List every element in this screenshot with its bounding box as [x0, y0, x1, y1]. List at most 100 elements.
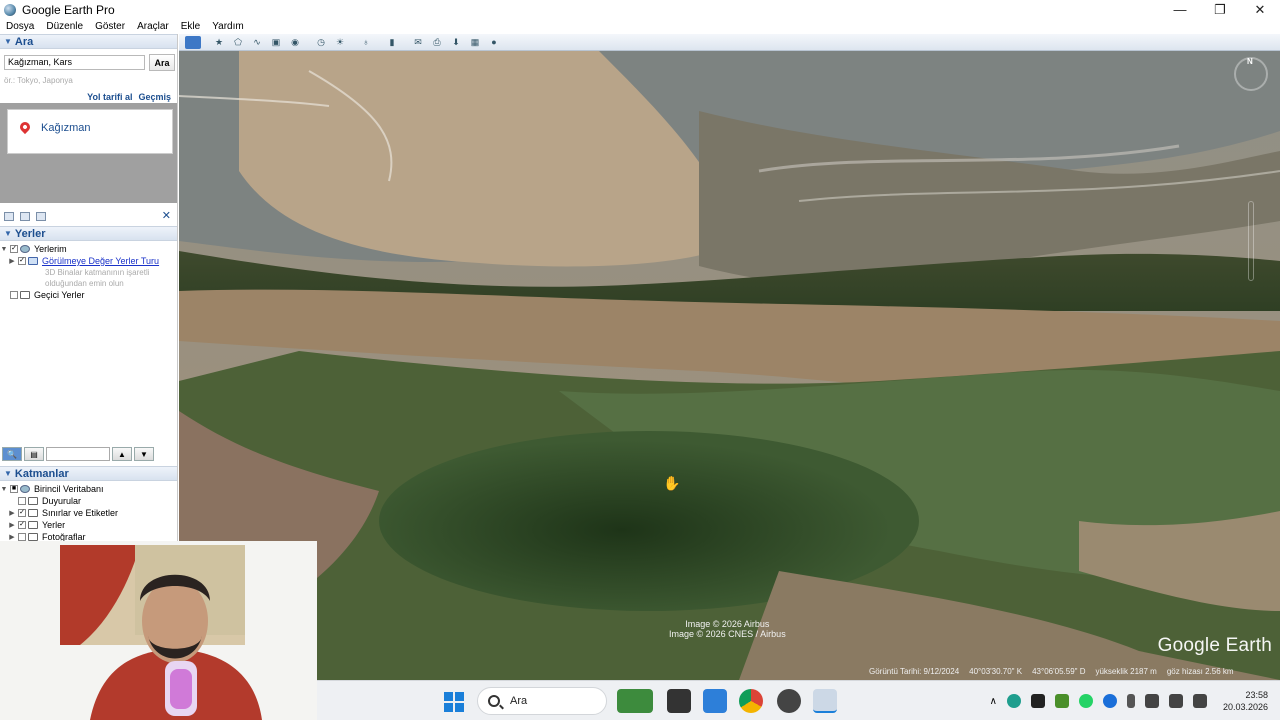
move-up-button[interactable]: ▲: [112, 447, 132, 461]
polygon-icon[interactable]: ⬠: [230, 36, 246, 49]
expand-icon[interactable]: ▶: [8, 257, 16, 265]
layer-places[interactable]: ▶ ✓ Yerler: [8, 519, 65, 531]
elevation: yükseklik 2187 m: [1095, 667, 1157, 676]
checkbox[interactable]: [18, 497, 26, 505]
sunlight-icon[interactable]: ☀: [332, 36, 348, 49]
layers-panel-header[interactable]: ▼ Katmanlar: [0, 466, 177, 481]
checkbox[interactable]: ✓: [18, 257, 26, 265]
attribution-line-2: Image © 2026 CNES / Airbus: [669, 629, 786, 639]
history-link[interactable]: Geçmiş: [138, 92, 171, 102]
record-tour-icon[interactable]: ◉: [287, 36, 303, 49]
task-view-icon[interactable]: [667, 689, 691, 713]
checkbox[interactable]: ✓: [18, 509, 26, 517]
battery-icon[interactable]: [1192, 694, 1207, 708]
folder-icon: [20, 291, 30, 299]
menu-file[interactable]: Dosya: [0, 21, 40, 32]
print-icon[interactable]: [36, 211, 46, 221]
menu-tools[interactable]: Araçlar: [131, 21, 175, 32]
taskbar: Ara ∧ 23:58 20.03.2026: [317, 680, 1280, 720]
sidebar-toggle-icon[interactable]: [185, 35, 201, 49]
search-places-icon[interactable]: 🔍: [2, 447, 22, 461]
save-image-icon[interactable]: ⬇: [448, 36, 464, 49]
movie-maker-icon[interactable]: ▦: [467, 36, 483, 49]
expand-icon[interactable]: ▼: [0, 246, 8, 253]
search-input[interactable]: Kağızman, Kars: [4, 55, 145, 70]
ruler-icon[interactable]: ▮: [384, 36, 400, 49]
move-down-button[interactable]: ▼: [134, 447, 154, 461]
checkbox[interactable]: ✓: [10, 245, 18, 253]
compass-icon[interactable]: N: [1234, 57, 1268, 91]
chevron-up-icon[interactable]: ∧: [990, 696, 997, 707]
start-button[interactable]: [444, 692, 464, 712]
whatsapp-icon[interactable]: [1078, 694, 1093, 708]
menu-help[interactable]: Yardım: [206, 21, 250, 32]
sidebar-toggle-icon[interactable]: ▤: [24, 447, 44, 461]
flag-icon: [28, 509, 38, 517]
taskbar-search[interactable]: Ara: [477, 687, 607, 715]
planet-icon[interactable]: ♁: [358, 36, 374, 49]
print-icon[interactable]: ⎙: [429, 36, 445, 49]
menu-edit[interactable]: Düzenle: [40, 21, 89, 32]
image-overlay-icon[interactable]: ▣: [268, 36, 284, 49]
google-maps-icon[interactable]: ●: [486, 36, 502, 49]
nvidia-icon[interactable]: [1054, 694, 1069, 708]
email-icon[interactable]: ✉: [410, 36, 426, 49]
tour-link[interactable]: Görülmeye Değer Yerler Turu: [42, 256, 159, 266]
expand-icon[interactable]: ▶: [8, 533, 16, 541]
places-panel-header[interactable]: ▼ Yerler: [0, 226, 177, 241]
eye-altitude: göz hizası 2.56 km: [1166, 667, 1234, 676]
map-view[interactable]: N ✋ Image © 2026 Airbus Image © 2026 CNE…: [179, 51, 1280, 680]
layers-panel-title: Katmanlar: [14, 467, 69, 480]
directions-link[interactable]: Yol tarifi al: [87, 92, 132, 102]
store-icon[interactable]: [703, 689, 727, 713]
maximize-button[interactable]: ❐: [1200, 0, 1240, 19]
zoom-slider[interactable]: [1248, 201, 1254, 281]
expand-icon[interactable]: ▼: [0, 486, 8, 493]
clock[interactable]: 23:58 20.03.2026: [1223, 689, 1268, 713]
layer-announcements[interactable]: Duyurular: [16, 495, 81, 507]
path-icon[interactable]: ∿: [249, 36, 265, 49]
tree-item-my-places[interactable]: ▼ ✓ Yerlerim: [0, 243, 67, 255]
obs-icon[interactable]: [777, 689, 801, 713]
tree-item-temporary-places[interactable]: Geçici Yerler: [0, 289, 85, 301]
checkbox[interactable]: [10, 291, 18, 299]
checkbox[interactable]: ■: [10, 485, 18, 493]
expand-icon[interactable]: ▶: [8, 509, 16, 517]
microphone-icon[interactable]: [1126, 694, 1135, 708]
checkbox[interactable]: [18, 533, 26, 541]
wifi-icon[interactable]: [1144, 694, 1159, 708]
expand-icon[interactable]: ▶: [8, 521, 16, 529]
chrome-icon[interactable]: [739, 689, 763, 713]
checkbox[interactable]: ✓: [18, 521, 26, 529]
search-panel-header[interactable]: ▼ Ara: [0, 34, 177, 49]
tree-item-tour[interactable]: ▶ ✓ Görülmeye Değer Yerler Turu: [8, 255, 159, 267]
places-filter-input[interactable]: [46, 447, 110, 461]
hand-cursor-icon: ✋: [663, 475, 681, 491]
clear-results-icon[interactable]: ✕: [162, 209, 171, 222]
latitude: 40°03'30.70" K: [969, 667, 1023, 676]
minimize-button[interactable]: —: [1160, 0, 1200, 19]
webcam-image: [0, 541, 317, 720]
close-button[interactable]: ✕: [1240, 0, 1280, 19]
menu-add[interactable]: Ekle: [175, 21, 206, 32]
layer-primary-database[interactable]: ▼ ■ Birincil Veritabanı: [0, 483, 104, 495]
search-button[interactable]: Ara: [149, 54, 175, 71]
folder-icon[interactable]: [4, 211, 14, 221]
search-result-item[interactable]: Kağızman: [7, 109, 173, 154]
copy-icon[interactable]: [20, 211, 30, 221]
volume-icon[interactable]: [1168, 694, 1183, 708]
window-controls: — ❐ ✕: [1160, 0, 1280, 19]
menu-view[interactable]: Göster: [89, 21, 131, 32]
placemark-icon[interactable]: ★: [211, 36, 227, 49]
collapse-triangle-icon: ▼: [4, 37, 12, 46]
historical-imagery-icon[interactable]: ◷: [313, 36, 329, 49]
google-earth-taskbar-icon[interactable]: [813, 689, 837, 713]
database-icon: [20, 485, 30, 493]
layer-borders-labels[interactable]: ▶ ✓ Sınırlar ve Etiketler: [8, 507, 118, 519]
edge-icon[interactable]: [1006, 694, 1021, 708]
audio-mixer-icon[interactable]: [1030, 694, 1045, 708]
search-links: Yol tarifi al Geçmiş: [87, 92, 171, 102]
google-earth-logo: Google Earth: [1157, 635, 1272, 656]
widgets-icon[interactable]: [617, 689, 653, 713]
bluetooth-icon[interactable]: [1102, 694, 1117, 708]
